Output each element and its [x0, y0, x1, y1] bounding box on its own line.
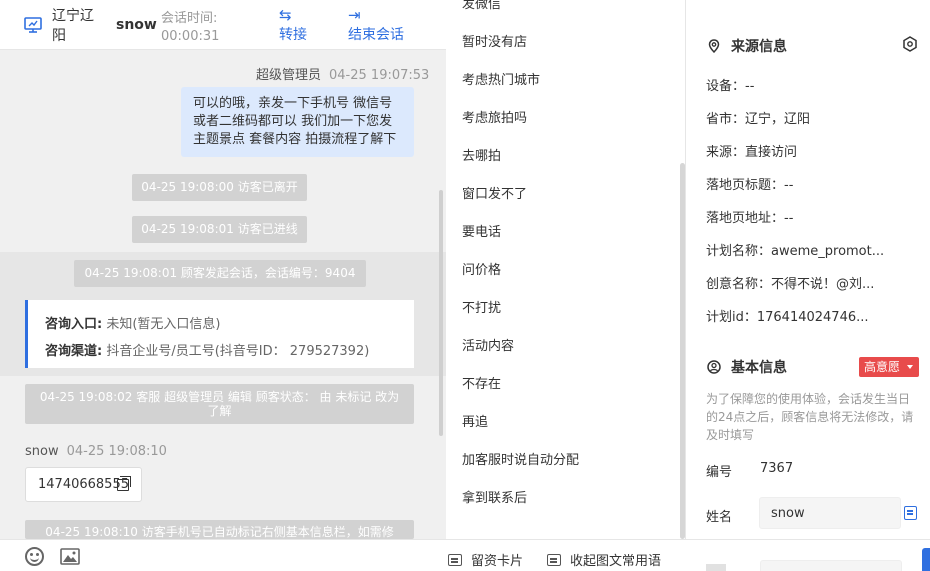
card-icon [448, 554, 462, 566]
customer-id-label: 编号 [706, 465, 733, 480]
agent-message-meta: 超级管理员 04-25 19:07:53 [256, 64, 429, 83]
consult-channel-row: 咨询渠道: 抖音企业号/员工号(抖音号ID： 279527392) [45, 338, 414, 365]
quick-reply-item[interactable]: 拿到联系后 [462, 487, 527, 506]
visitor-message-bubble: 14740668555 [25, 467, 142, 502]
transfer-label: 转接 [279, 27, 307, 43]
chat-header: 辽宁辽阳 snow 会话时间: 00:00:31 ⇆ 转接 ⇥ 结束会话 [0, 0, 446, 50]
location-pin-icon [708, 39, 720, 53]
user-circle-icon [707, 360, 721, 374]
quick-reply-item[interactable]: 要电话 [462, 221, 501, 240]
quick-reply-item[interactable]: 活动内容 [462, 335, 514, 354]
settings-hex-icon[interactable] [902, 36, 918, 52]
session-time: 00:00:31 [161, 29, 220, 44]
visitor-message-name: snow [25, 444, 59, 459]
visitor-phone: 14740668555 [38, 477, 129, 492]
agent-message-bubble: 可以的哦，亲发一下手机号 微信号或者二维码都可以 我们加一下您发主题景点 套餐内… [181, 87, 414, 157]
system-message-enter: 04-25 19:08:01 访客已进线 [132, 216, 307, 243]
image-icon[interactable] [60, 548, 80, 565]
lead-card-button[interactable]: 留资卡片 [448, 550, 523, 569]
end-session-label: 结束会话 [348, 27, 404, 43]
phrases-icon [547, 554, 561, 566]
customer-id-value: 7367 [760, 461, 794, 476]
transfer-button[interactable]: ⇆ 转接 [279, 6, 307, 46]
source-plan-name: 计划名称：aweme_promot... [706, 244, 885, 259]
quick-reply-item[interactable]: 考虑热门城市 [462, 69, 540, 88]
quick-reply-item[interactable]: 不打扰 [462, 297, 501, 316]
visitor-message-meta: snow 04-25 19:08:10 [25, 444, 167, 459]
chat-pane: 辽宁辽阳 snow 会话时间: 00:00:31 ⇆ 转接 ⇥ 结束会话 超级管… [0, 0, 446, 571]
quick-reply-item[interactable]: 问价格 [462, 259, 501, 278]
quick-reply-item[interactable]: 暂时没有店 [462, 31, 527, 50]
collapse-phrases-label: 收起图文常用语 [570, 554, 662, 569]
consult-entry-value: 未知(暂无入口信息) [106, 317, 221, 332]
floating-action-button[interactable] [922, 548, 930, 571]
system-message-auto: 04-25 19:08:10 访客手机号已自动标记右侧基本信息栏，如需修 [25, 520, 414, 539]
system-message-session: 04-25 19:08:01 顾客发起会话，会话编号：9404 [74, 260, 366, 287]
source-origin: 来源：直接访问 [706, 145, 798, 160]
agent-name: 超级管理员 [256, 68, 322, 83]
edit-notice: 为了保障您的使用体验，会话发生当日的24点之后，顾客信息将无法修改，请及时填写 [706, 392, 914, 442]
end-session-button[interactable]: ⇥ 结束会话 [348, 6, 404, 46]
quick-replies-panel: 发微信 暂时没有店 考虑热门城市 考虑旅拍吗 去哪拍 窗口发不了 要电话 问价格… [446, 0, 686, 539]
partial-field-input[interactable] [760, 560, 902, 571]
chat-scrollbar[interactable] [439, 190, 443, 436]
quick-reply-item[interactable]: 加客服时说自动分配 [462, 449, 579, 468]
source-device: 设备：-- [706, 79, 755, 94]
monitor-icon [24, 17, 42, 33]
basic-info-title: 基本信息 [731, 360, 787, 376]
quick-reply-item[interactable]: 窗口发不了 [462, 183, 527, 202]
consult-entry-row: 咨询入口: 未知(暂无入口信息) [45, 311, 414, 338]
source-plan-id: 计划id：176414024746... [706, 310, 869, 325]
visitor-name: snow [116, 17, 157, 33]
lead-card-label: 留资卡片 [471, 554, 524, 569]
consult-entry-label: 咨询入口: [45, 317, 103, 332]
intent-level-dropdown[interactable]: 高意愿 [859, 357, 919, 377]
transfer-icon: ⇆ [279, 6, 292, 24]
quick-replies-scrollbar[interactable] [680, 163, 685, 539]
system-message-status: 04-25 19:08:02 客服 超级管理员 编辑 顾客状态： 由 未标记 改… [25, 384, 414, 424]
consult-channel-value: 抖音企业号/员工号(抖音号ID： 279527392) [106, 344, 370, 359]
agent-message-time: 04-25 19:07:53 [329, 68, 430, 83]
exit-icon: ⇥ [348, 6, 361, 24]
emoji-icon[interactable] [25, 547, 44, 566]
quick-reply-item[interactable]: 不存在 [462, 373, 501, 392]
session-time-label: 会话时间: [161, 11, 218, 26]
edit-icon[interactable] [904, 506, 917, 520]
consult-channel-label: 咨询渠道: [45, 344, 103, 359]
system-message-left: 04-25 19:08:00 访客已离开 [132, 174, 307, 201]
source-landing-url: 落地页地址：-- [706, 211, 794, 226]
consult-info-card: 咨询入口: 未知(暂无入口信息) 咨询渠道: 抖音企业号/员工号(抖音号ID： … [25, 300, 414, 368]
visitor-message-time: 04-25 19:08:10 [66, 444, 167, 459]
source-info-header: 来源信息 [707, 36, 787, 56]
customer-info-panel: 来源信息 设备：-- 省市：辽宁，辽阳 来源：直接访问 落地页标题：-- 落地页… [687, 0, 930, 539]
source-info-title: 来源信息 [731, 39, 787, 55]
collapse-phrases-button[interactable]: 收起图文常用语 [547, 550, 661, 569]
basic-info-header: 基本信息 [707, 357, 787, 377]
source-creative-name: 创意名称：不得不说！@刘... [706, 277, 875, 292]
quick-reply-item[interactable]: 去哪拍 [462, 145, 501, 164]
copy-icon[interactable] [117, 476, 131, 491]
quick-reply-item[interactable]: 再追 [462, 411, 488, 430]
quick-reply-item[interactable]: 考虑旅拍吗 [462, 107, 527, 126]
visitor-location: 辽宁辽阳 [52, 8, 94, 44]
customer-name-label: 姓名 [706, 510, 733, 525]
source-landing-title: 落地页标题：-- [706, 178, 794, 193]
source-province: 省市：辽宁，辽阳 [706, 112, 811, 127]
quick-reply-item[interactable]: 发微信 [462, 0, 501, 12]
partial-field-label [706, 564, 726, 571]
customer-name-input[interactable] [759, 497, 901, 529]
